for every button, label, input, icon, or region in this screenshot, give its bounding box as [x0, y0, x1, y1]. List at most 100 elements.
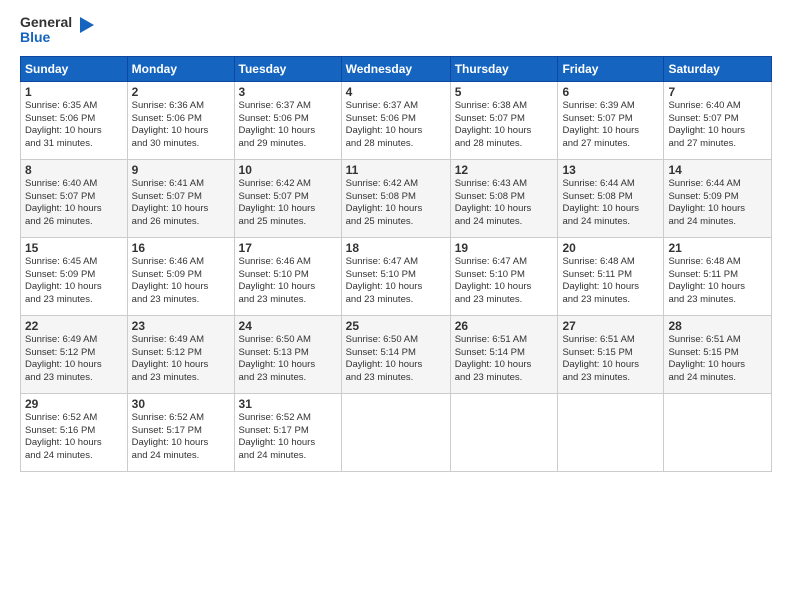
day-info: Sunrise: 6:50 AM Sunset: 5:14 PM Dayligh… [346, 334, 446, 385]
day-number: 3 [239, 85, 337, 99]
day-cell: 14Sunrise: 6:44 AM Sunset: 5:09 PM Dayli… [664, 159, 772, 237]
day-number: 14 [668, 163, 767, 177]
day-number: 4 [346, 85, 446, 99]
day-number: 11 [346, 163, 446, 177]
day-cell: 6Sunrise: 6:39 AM Sunset: 5:07 PM Daylig… [558, 81, 664, 159]
week-row-3: 15Sunrise: 6:45 AM Sunset: 5:09 PM Dayli… [21, 237, 772, 315]
day-number: 18 [346, 241, 446, 255]
column-header-sunday: Sunday [21, 56, 128, 81]
day-cell: 16Sunrise: 6:46 AM Sunset: 5:09 PM Dayli… [127, 237, 234, 315]
day-cell: 8Sunrise: 6:40 AM Sunset: 5:07 PM Daylig… [21, 159, 128, 237]
day-info: Sunrise: 6:39 AM Sunset: 5:07 PM Dayligh… [562, 100, 659, 151]
day-info: Sunrise: 6:40 AM Sunset: 5:07 PM Dayligh… [668, 100, 767, 151]
day-info: Sunrise: 6:49 AM Sunset: 5:12 PM Dayligh… [25, 334, 123, 385]
day-cell: 13Sunrise: 6:44 AM Sunset: 5:08 PM Dayli… [558, 159, 664, 237]
day-cell: 3Sunrise: 6:37 AM Sunset: 5:06 PM Daylig… [234, 81, 341, 159]
week-row-2: 8Sunrise: 6:40 AM Sunset: 5:07 PM Daylig… [21, 159, 772, 237]
day-number: 23 [132, 319, 230, 333]
column-header-wednesday: Wednesday [341, 56, 450, 81]
day-number: 22 [25, 319, 123, 333]
day-info: Sunrise: 6:48 AM Sunset: 5:11 PM Dayligh… [562, 256, 659, 307]
day-number: 28 [668, 319, 767, 333]
day-cell: 31Sunrise: 6:52 AM Sunset: 5:17 PM Dayli… [234, 393, 341, 471]
day-info: Sunrise: 6:47 AM Sunset: 5:10 PM Dayligh… [455, 256, 554, 307]
day-info: Sunrise: 6:36 AM Sunset: 5:06 PM Dayligh… [132, 100, 230, 151]
day-cell [341, 393, 450, 471]
day-number: 19 [455, 241, 554, 255]
day-cell: 4Sunrise: 6:37 AM Sunset: 5:06 PM Daylig… [341, 81, 450, 159]
day-cell: 5Sunrise: 6:38 AM Sunset: 5:07 PM Daylig… [450, 81, 558, 159]
calendar-body: 1Sunrise: 6:35 AM Sunset: 5:06 PM Daylig… [21, 81, 772, 471]
day-info: Sunrise: 6:51 AM Sunset: 5:15 PM Dayligh… [668, 334, 767, 385]
day-info: Sunrise: 6:52 AM Sunset: 5:17 PM Dayligh… [132, 412, 230, 463]
day-cell: 26Sunrise: 6:51 AM Sunset: 5:14 PM Dayli… [450, 315, 558, 393]
day-number: 21 [668, 241, 767, 255]
day-info: Sunrise: 6:52 AM Sunset: 5:16 PM Dayligh… [25, 412, 123, 463]
day-info: Sunrise: 6:51 AM Sunset: 5:15 PM Dayligh… [562, 334, 659, 385]
day-number: 27 [562, 319, 659, 333]
day-cell: 24Sunrise: 6:50 AM Sunset: 5:13 PM Dayli… [234, 315, 341, 393]
day-info: Sunrise: 6:48 AM Sunset: 5:11 PM Dayligh… [668, 256, 767, 307]
day-info: Sunrise: 6:35 AM Sunset: 5:06 PM Dayligh… [25, 100, 123, 151]
day-number: 2 [132, 85, 230, 99]
logo-blue: Blue [20, 30, 72, 45]
week-row-1: 1Sunrise: 6:35 AM Sunset: 5:06 PM Daylig… [21, 81, 772, 159]
day-cell [558, 393, 664, 471]
day-info: Sunrise: 6:37 AM Sunset: 5:06 PM Dayligh… [239, 100, 337, 151]
day-info: Sunrise: 6:47 AM Sunset: 5:10 PM Dayligh… [346, 256, 446, 307]
day-cell: 20Sunrise: 6:48 AM Sunset: 5:11 PM Dayli… [558, 237, 664, 315]
day-cell: 10Sunrise: 6:42 AM Sunset: 5:07 PM Dayli… [234, 159, 341, 237]
day-number: 8 [25, 163, 123, 177]
logo-general: General [20, 15, 72, 30]
day-number: 6 [562, 85, 659, 99]
day-number: 25 [346, 319, 446, 333]
day-number: 7 [668, 85, 767, 99]
day-cell: 21Sunrise: 6:48 AM Sunset: 5:11 PM Dayli… [664, 237, 772, 315]
day-number: 30 [132, 397, 230, 411]
day-info: Sunrise: 6:46 AM Sunset: 5:09 PM Dayligh… [132, 256, 230, 307]
day-cell: 23Sunrise: 6:49 AM Sunset: 5:12 PM Dayli… [127, 315, 234, 393]
logo-arrow-icon [74, 17, 94, 37]
logo: General Blue [20, 15, 94, 46]
day-info: Sunrise: 6:42 AM Sunset: 5:08 PM Dayligh… [346, 178, 446, 229]
day-cell: 17Sunrise: 6:46 AM Sunset: 5:10 PM Dayli… [234, 237, 341, 315]
day-number: 13 [562, 163, 659, 177]
week-row-4: 22Sunrise: 6:49 AM Sunset: 5:12 PM Dayli… [21, 315, 772, 393]
day-info: Sunrise: 6:42 AM Sunset: 5:07 PM Dayligh… [239, 178, 337, 229]
calendar-table: SundayMondayTuesdayWednesdayThursdayFrid… [20, 56, 772, 472]
day-number: 10 [239, 163, 337, 177]
day-cell: 11Sunrise: 6:42 AM Sunset: 5:08 PM Dayli… [341, 159, 450, 237]
day-cell [664, 393, 772, 471]
day-number: 26 [455, 319, 554, 333]
day-cell [450, 393, 558, 471]
header: General Blue [20, 15, 772, 46]
column-header-friday: Friday [558, 56, 664, 81]
day-number: 12 [455, 163, 554, 177]
day-number: 5 [455, 85, 554, 99]
day-info: Sunrise: 6:43 AM Sunset: 5:08 PM Dayligh… [455, 178, 554, 229]
day-number: 16 [132, 241, 230, 255]
day-number: 17 [239, 241, 337, 255]
day-info: Sunrise: 6:50 AM Sunset: 5:13 PM Dayligh… [239, 334, 337, 385]
day-cell: 22Sunrise: 6:49 AM Sunset: 5:12 PM Dayli… [21, 315, 128, 393]
day-cell: 29Sunrise: 6:52 AM Sunset: 5:16 PM Dayli… [21, 393, 128, 471]
day-info: Sunrise: 6:46 AM Sunset: 5:10 PM Dayligh… [239, 256, 337, 307]
day-cell: 9Sunrise: 6:41 AM Sunset: 5:07 PM Daylig… [127, 159, 234, 237]
day-cell: 27Sunrise: 6:51 AM Sunset: 5:15 PM Dayli… [558, 315, 664, 393]
day-cell: 2Sunrise: 6:36 AM Sunset: 5:06 PM Daylig… [127, 81, 234, 159]
day-cell: 28Sunrise: 6:51 AM Sunset: 5:15 PM Dayli… [664, 315, 772, 393]
column-header-tuesday: Tuesday [234, 56, 341, 81]
day-cell: 1Sunrise: 6:35 AM Sunset: 5:06 PM Daylig… [21, 81, 128, 159]
day-cell: 12Sunrise: 6:43 AM Sunset: 5:08 PM Dayli… [450, 159, 558, 237]
day-info: Sunrise: 6:44 AM Sunset: 5:09 PM Dayligh… [668, 178, 767, 229]
day-info: Sunrise: 6:44 AM Sunset: 5:08 PM Dayligh… [562, 178, 659, 229]
day-info: Sunrise: 6:45 AM Sunset: 5:09 PM Dayligh… [25, 256, 123, 307]
day-info: Sunrise: 6:38 AM Sunset: 5:07 PM Dayligh… [455, 100, 554, 151]
day-cell: 30Sunrise: 6:52 AM Sunset: 5:17 PM Dayli… [127, 393, 234, 471]
day-number: 29 [25, 397, 123, 411]
day-info: Sunrise: 6:40 AM Sunset: 5:07 PM Dayligh… [25, 178, 123, 229]
day-number: 20 [562, 241, 659, 255]
column-header-saturday: Saturday [664, 56, 772, 81]
day-number: 1 [25, 85, 123, 99]
day-cell: 18Sunrise: 6:47 AM Sunset: 5:10 PM Dayli… [341, 237, 450, 315]
